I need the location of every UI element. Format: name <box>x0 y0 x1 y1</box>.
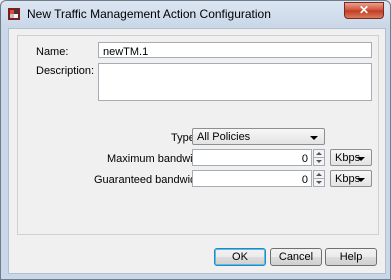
dialog-window: New Traffic Management Action Configurat… <box>0 0 391 280</box>
chevron-down-icon <box>357 178 365 182</box>
chevron-down-icon <box>310 136 318 140</box>
cancel-button[interactable]: Cancel <box>270 248 322 266</box>
window-title: New Traffic Management Action Configurat… <box>27 7 271 21</box>
guaranteed-bandwidth-spinner[interactable] <box>313 170 325 187</box>
help-button[interactable]: Help <box>325 248 377 266</box>
spinner-up-icon[interactable] <box>316 152 322 155</box>
app-icon <box>8 8 20 20</box>
spinner-divider <box>314 157 324 158</box>
spinner-up-icon[interactable] <box>316 173 322 176</box>
name-field-value: newTM.1 <box>103 46 149 58</box>
name-label: Name: <box>36 46 69 58</box>
close-button[interactable]: ✕ <box>344 2 384 19</box>
spinner-down-icon[interactable] <box>316 181 322 184</box>
close-icon: ✕ <box>358 3 370 17</box>
max-bandwidth-unit-dropdown[interactable]: Kbps <box>330 149 372 166</box>
guaranteed-bandwidth-unit-dropdown[interactable]: Kbps <box>330 170 372 187</box>
max-bandwidth-spinner[interactable] <box>313 149 325 166</box>
spinner-down-icon[interactable] <box>316 160 322 163</box>
cancel-button-label: Cancel <box>278 251 314 263</box>
type-dropdown[interactable]: All Policies <box>192 128 325 145</box>
ok-button-label: OK <box>232 251 248 263</box>
guaranteed-bandwidth-value: 0 <box>301 174 308 186</box>
help-button-label: Help <box>339 251 363 263</box>
spinner-divider <box>314 178 324 179</box>
max-bandwidth-value: 0 <box>301 153 308 165</box>
title-bar[interactable]: New Traffic Management Action Configurat… <box>1 1 390 27</box>
form-panel: Name: newTM.1 Description: Type: All Pol… <box>17 35 379 235</box>
description-label: Description: <box>36 65 95 77</box>
description-field[interactable] <box>98 63 372 101</box>
name-field[interactable]: newTM.1 <box>98 42 372 58</box>
ok-button[interactable]: OK <box>214 248 266 266</box>
dialog-client-area: Name: newTM.1 Description: Type: All Pol… <box>8 28 386 274</box>
max-bandwidth-field[interactable]: 0 <box>192 149 312 166</box>
guaranteed-bandwidth-field[interactable]: 0 <box>192 170 312 187</box>
type-dropdown-value: All Policies <box>197 131 251 143</box>
chevron-down-icon <box>357 157 365 161</box>
